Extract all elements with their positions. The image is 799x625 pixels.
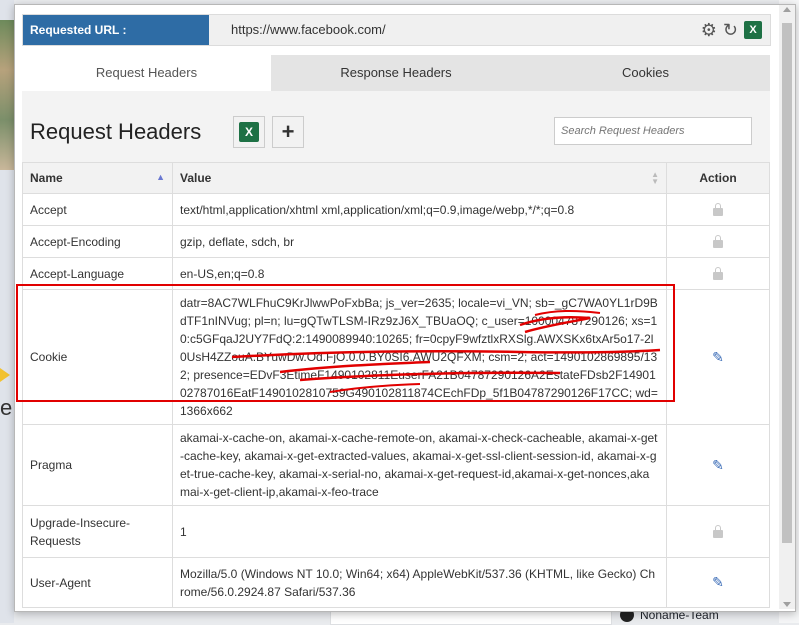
plus-icon: + [281,119,295,144]
tab-response-headers[interactable]: Response Headers [271,55,521,91]
column-header-action: Action [666,162,770,194]
pencil-icon[interactable]: ✎ [712,574,724,590]
request-headers-panel: Request Headers X + Name ▲ Value ▲▼ Act [22,91,770,608]
headers-popup: Requested URL : https://www.facebook.com… [14,4,796,612]
table-row: Pragma akamai-x-cache-on, akamai-x-cache… [22,424,770,506]
requested-url-value: https://www.facebook.com/ [231,22,386,37]
column-header-name[interactable]: Name ▲ [22,162,173,194]
action-cell [666,257,770,290]
header-name: User-Agent [22,557,173,608]
column-label: Value [180,171,212,185]
background-text-fragment: e [0,395,13,420]
refresh-icon[interactable]: ↻ [723,21,738,39]
excel-icon: X [239,122,259,142]
url-bar-tools: ⚙ ↻ X [701,21,762,39]
headers-table: Name ▲ Value ▲ ▼ Action Accept text/html,… [22,162,770,608]
table-row-cookie: Cookie datr=8AC7WLFhuC9KrJlwwPoFxbBa; js… [22,289,770,425]
action-cell [666,505,770,558]
scroll-down-icon[interactable] [783,602,791,607]
pencil-icon[interactable]: ✎ [712,349,724,365]
background-cover-photo [0,20,14,170]
header-value: Mozilla/5.0 (Windows NT 10.0; Win64; x64… [172,557,667,608]
excel-icon[interactable]: X [744,21,762,39]
lock-icon [713,266,723,280]
sort-asc-icon: ▲ [156,172,165,182]
action-cell: ✎ [666,557,770,608]
gear-icon[interactable]: ⚙ [701,21,717,39]
action-cell: ✎ [666,289,770,425]
header-value: akamai-x-cache-on, akamai-x-cache-remote… [172,424,667,506]
lock-icon [713,202,723,216]
column-label: Name [30,171,63,185]
header-name: Accept [22,193,173,226]
header-name: Pragma [22,424,173,506]
header-tabs: Request Headers Response Headers Cookies [22,55,770,91]
table-row: User-Agent Mozilla/5.0 (Windows NT 10.0;… [22,557,770,608]
popup-scrollbar[interactable] [779,5,795,609]
sort-both-icon: ▲ ▼ [651,170,659,186]
column-header-value[interactable]: Value ▲ ▼ [172,162,667,194]
table-row: Accept-Language en-US,en;q=0.8 [22,257,770,290]
header-name: Upgrade-Insecure-Requests [22,505,173,558]
scroll-thumb[interactable] [782,23,792,543]
pencil-icon[interactable]: ✎ [712,457,724,473]
header-value: text/html,application/xhtml xml,applicat… [172,193,667,226]
action-cell [666,225,770,258]
requested-url-label: Requested URL : [23,15,209,45]
url-bar: Requested URL : https://www.facebook.com… [22,14,771,46]
header-value: datr=8AC7WLFhuC9KrJlwwPoFxbBa; js_ver=26… [172,289,667,425]
table-row: Accept-Encoding gzip, deflate, sdch, br [22,225,770,258]
action-cell: ✎ [666,424,770,506]
header-value: 1 [172,505,667,558]
background-page-left: e [0,0,14,623]
lock-icon [713,234,723,248]
table-row: Accept text/html,application/xhtml xml,a… [22,193,770,226]
action-cell [666,193,770,226]
scroll-up-icon[interactable] [783,7,791,12]
header-name: Cookie [22,289,173,425]
tab-cookies[interactable]: Cookies [521,55,770,91]
header-name: Accept-Language [22,257,173,290]
background-arrow-icon [0,368,10,382]
header-value: gzip, deflate, sdch, br [172,225,667,258]
lock-icon [713,524,723,538]
search-input[interactable] [554,117,752,145]
header-value: en-US,en;q=0.8 [172,257,667,290]
table-row: Upgrade-Insecure-Requests 1 [22,505,770,558]
panel-title: Request Headers [30,119,202,144]
excel-export-button[interactable]: X [233,116,265,148]
header-name: Accept-Encoding [22,225,173,258]
add-header-button[interactable]: + [272,116,304,148]
table-header-row: Name ▲ Value ▲ ▼ Action [22,162,770,194]
tab-request-headers[interactable]: Request Headers [22,55,271,91]
